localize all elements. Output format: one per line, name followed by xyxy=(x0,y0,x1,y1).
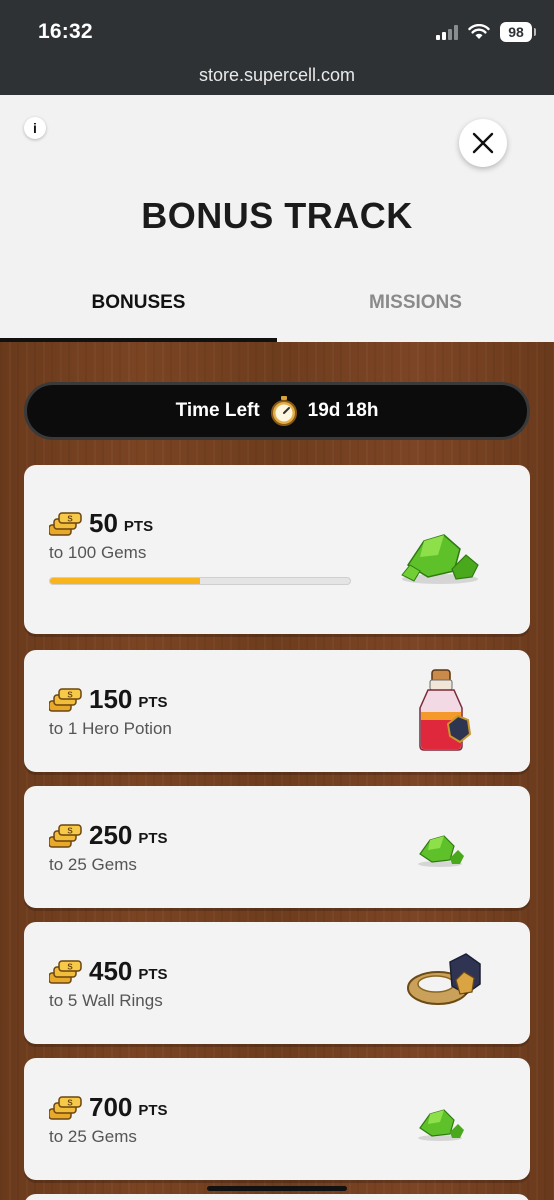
points-unit: PTS xyxy=(138,694,168,711)
reward-description: to 5 Wall Rings xyxy=(49,991,163,1010)
points-value: 700 xyxy=(89,1092,133,1122)
gem-pile-icon xyxy=(401,534,479,584)
points-value: 250 xyxy=(89,820,133,850)
hero-potion-icon xyxy=(419,669,472,751)
tab-missions[interactable]: MISSIONS xyxy=(277,275,554,342)
reward-card[interactable]: S 250 PTS to 25 Gems xyxy=(24,786,530,908)
points-row: S 50 PTS xyxy=(49,510,153,536)
stopwatch-icon xyxy=(270,396,297,426)
reward-description: to 100 Gems xyxy=(49,543,147,562)
svg-text:S: S xyxy=(67,691,73,700)
tab-bar: BONUSES MISSIONS xyxy=(0,275,554,342)
points-unit: PTS xyxy=(138,1102,168,1119)
points-coins-icon: S xyxy=(49,512,82,536)
points-value: 450 xyxy=(89,956,133,986)
points-coins-icon: S xyxy=(49,824,82,848)
close-icon xyxy=(472,132,494,154)
points-unit: PTS xyxy=(138,966,168,983)
points-coins-icon: S xyxy=(49,960,82,984)
points-row: S 700 PTS xyxy=(49,1094,168,1120)
svg-text:S: S xyxy=(67,827,73,836)
header-sheet: i BONUS TRACK BONUSES MISSIONS xyxy=(0,95,554,342)
reward-description: to 25 Gems xyxy=(49,1127,137,1146)
battery-icon: 98 xyxy=(500,22,536,42)
points-value: 150 xyxy=(89,684,133,714)
reward-card[interactable]: S 700 PTS to 25 Gems xyxy=(24,1058,530,1180)
gem-icon xyxy=(418,1109,464,1141)
points-row: S 250 PTS xyxy=(49,822,168,848)
reward-description: to 1 Hero Potion xyxy=(49,719,172,738)
close-button[interactable] xyxy=(459,119,507,167)
url-bar[interactable]: store.supercell.com xyxy=(0,60,554,95)
progress-fill xyxy=(50,578,200,584)
bonus-track-list[interactable]: Time Left 19d 18h S 50 PTS to 100 Gems S… xyxy=(0,342,554,1200)
time-left-value: 19d 18h xyxy=(307,400,379,421)
time-left-label: Time Left xyxy=(175,400,260,421)
status-time: 16:32 xyxy=(38,20,93,43)
points-unit: PTS xyxy=(138,830,168,847)
points-value: 50 xyxy=(89,508,118,538)
points-coins-icon: S xyxy=(49,1096,82,1120)
tab-bonuses[interactable]: BONUSES xyxy=(0,275,277,342)
points-coins-icon: S xyxy=(49,688,82,712)
reward-description: to 25 Gems xyxy=(49,855,137,874)
reward-card[interactable]: S 150 PTS to 1 Hero Potion xyxy=(24,650,530,772)
points-unit: PTS xyxy=(123,518,154,535)
cellular-signal-icon xyxy=(436,24,458,40)
info-button[interactable]: i xyxy=(24,117,46,139)
reward-card[interactable] xyxy=(24,1194,530,1200)
svg-text:S: S xyxy=(67,963,73,972)
progress-bar xyxy=(49,577,351,585)
points-row: S 450 PTS xyxy=(49,958,168,984)
svg-text:S: S xyxy=(67,515,73,524)
wall-ring-icon xyxy=(407,953,481,1005)
home-indicator[interactable] xyxy=(207,1186,347,1191)
status-bar: 16:32 98 xyxy=(0,0,554,60)
reward-card[interactable]: S 450 PTS to 5 Wall Rings xyxy=(24,922,530,1044)
points-row: S 150 PTS xyxy=(49,686,168,712)
svg-text:S: S xyxy=(67,1099,73,1108)
page-title: BONUS TRACK xyxy=(141,195,413,236)
gem-icon xyxy=(418,835,464,867)
reward-card[interactable]: S 50 PTS to 100 Gems xyxy=(24,465,530,634)
wifi-icon xyxy=(468,24,490,39)
time-left-banner: Time Left 19d 18h xyxy=(24,382,530,440)
status-indicators: 98 xyxy=(436,22,536,42)
